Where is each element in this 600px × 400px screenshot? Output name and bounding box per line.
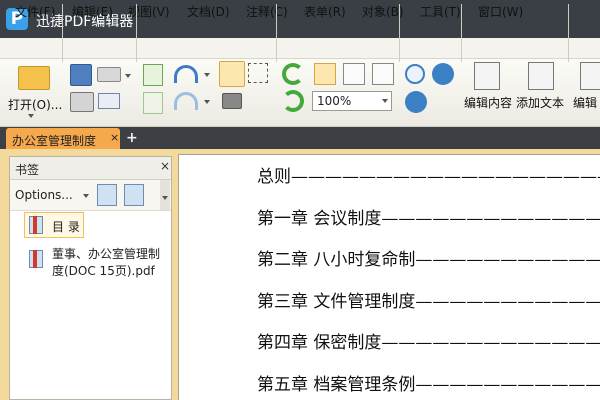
zoom-input[interactable]: 100% — [312, 91, 392, 111]
add-bookmark-icon[interactable] — [97, 184, 117, 206]
open-dropdown-icon[interactable] — [28, 114, 34, 118]
toc-line: 第一章 会议制度—————————————————— — [257, 209, 600, 229]
actual-size-icon[interactable] — [314, 63, 336, 85]
toolbar-separator — [399, 4, 400, 62]
toolbar-separator — [136, 4, 137, 62]
bookmarks-toolbar-more-icon[interactable] — [162, 196, 168, 200]
save-icon[interactable] — [70, 64, 92, 86]
document-page[interactable] — [178, 154, 600, 400]
select-text-icon[interactable] — [248, 63, 268, 83]
menu-comment[interactable]: 注释(C) — [246, 3, 288, 20]
bookmark-item-label[interactable]: 目 录 — [52, 218, 80, 235]
bookmarks-options-button[interactable]: Options... — [15, 188, 73, 202]
toc-line: 第五章 档案管理条例———————————————— — [257, 375, 600, 395]
email-icon[interactable] — [98, 93, 120, 109]
open-button[interactable]: 打开(O)... — [8, 96, 62, 113]
toolbar-separator — [62, 4, 63, 62]
scanner-dropdown-icon[interactable] — [125, 74, 131, 78]
menu-tools[interactable]: 工具(T) — [420, 3, 461, 20]
zoom-in-marquee-icon[interactable] — [405, 64, 425, 84]
bookmark-icon — [29, 216, 43, 234]
toolbar-separator — [276, 4, 277, 62]
scanner-icon[interactable] — [97, 67, 121, 82]
new-tab-icon[interactable]: + — [126, 130, 138, 146]
toc-line: 第二章 八小时复命制———————————————— — [257, 250, 600, 270]
panel-close-icon[interactable]: × — [160, 159, 170, 173]
menu-file[interactable]: 文件(F) — [15, 3, 55, 20]
fit-page-icon[interactable] — [343, 63, 365, 85]
open-folder-icon[interactable] — [18, 66, 50, 90]
fit-width-icon[interactable] — [372, 63, 394, 85]
menu-object[interactable]: 对象(B) — [362, 3, 404, 20]
redo-icon[interactable] — [174, 92, 198, 110]
toc-line: 第三章 文件管理制度————————————————— — [257, 292, 600, 312]
menu-view[interactable]: 视图(V) — [128, 3, 170, 20]
delete-bookmark-icon[interactable] — [124, 184, 144, 206]
rotate-clockwise-icon[interactable] — [282, 63, 304, 85]
add-text-icon[interactable] — [528, 62, 554, 90]
zoom-dropdown-icon[interactable] — [382, 99, 388, 103]
toc-line: 第四章 保密制度——————————————————— — [257, 333, 600, 353]
menu-document[interactable]: 文档(D) — [187, 3, 230, 20]
toolbar-separator — [568, 4, 569, 62]
menu-window[interactable]: 窗口(W) — [478, 3, 523, 20]
hand-tool-icon[interactable] — [219, 61, 245, 87]
undo-dropdown-icon[interactable] — [204, 73, 210, 77]
export-page-icon[interactable] — [143, 92, 163, 114]
edit-more-icon[interactable] — [580, 62, 600, 90]
edit-content-button[interactable]: 编辑内容 — [464, 94, 512, 111]
rotate-counterclockwise-icon[interactable] — [282, 90, 304, 112]
zoom-in-icon[interactable] — [405, 91, 427, 113]
undo-icon[interactable] — [174, 65, 198, 83]
tab-document-label: 办公室管理制度 — [12, 134, 97, 148]
import-page-icon[interactable] — [143, 64, 163, 86]
bookmark-item-label[interactable]: 度(DOC 15页).pdf — [52, 262, 155, 279]
redo-dropdown-icon[interactable] — [204, 100, 210, 104]
bookmarks-panel-title: 书签 — [15, 163, 40, 177]
edit-more-button[interactable]: 编辑 — [573, 94, 600, 111]
options-dropdown-icon[interactable] — [83, 194, 89, 198]
toolbar-separator — [461, 4, 462, 62]
menu-edit[interactable]: 编辑(E) — [72, 3, 113, 20]
edit-content-icon[interactable] — [474, 62, 500, 90]
bookmark-item-label[interactable]: 董事、办公室管理制 — [52, 245, 160, 262]
toc-line: 总则———————————————————————— — [257, 167, 600, 187]
tab-close-icon[interactable]: × — [110, 131, 119, 144]
menu-bar — [0, 38, 600, 59]
add-text-button[interactable]: 添加文本 — [516, 94, 564, 111]
bookmark-icon — [29, 250, 43, 268]
bookmarks-toolbar-scroll[interactable] — [160, 180, 170, 210]
snapshot-icon[interactable] — [222, 93, 242, 109]
menu-form[interactable]: 表单(R) — [304, 3, 346, 20]
zoom-out-icon[interactable] — [432, 63, 454, 85]
print-icon[interactable] — [70, 92, 94, 112]
